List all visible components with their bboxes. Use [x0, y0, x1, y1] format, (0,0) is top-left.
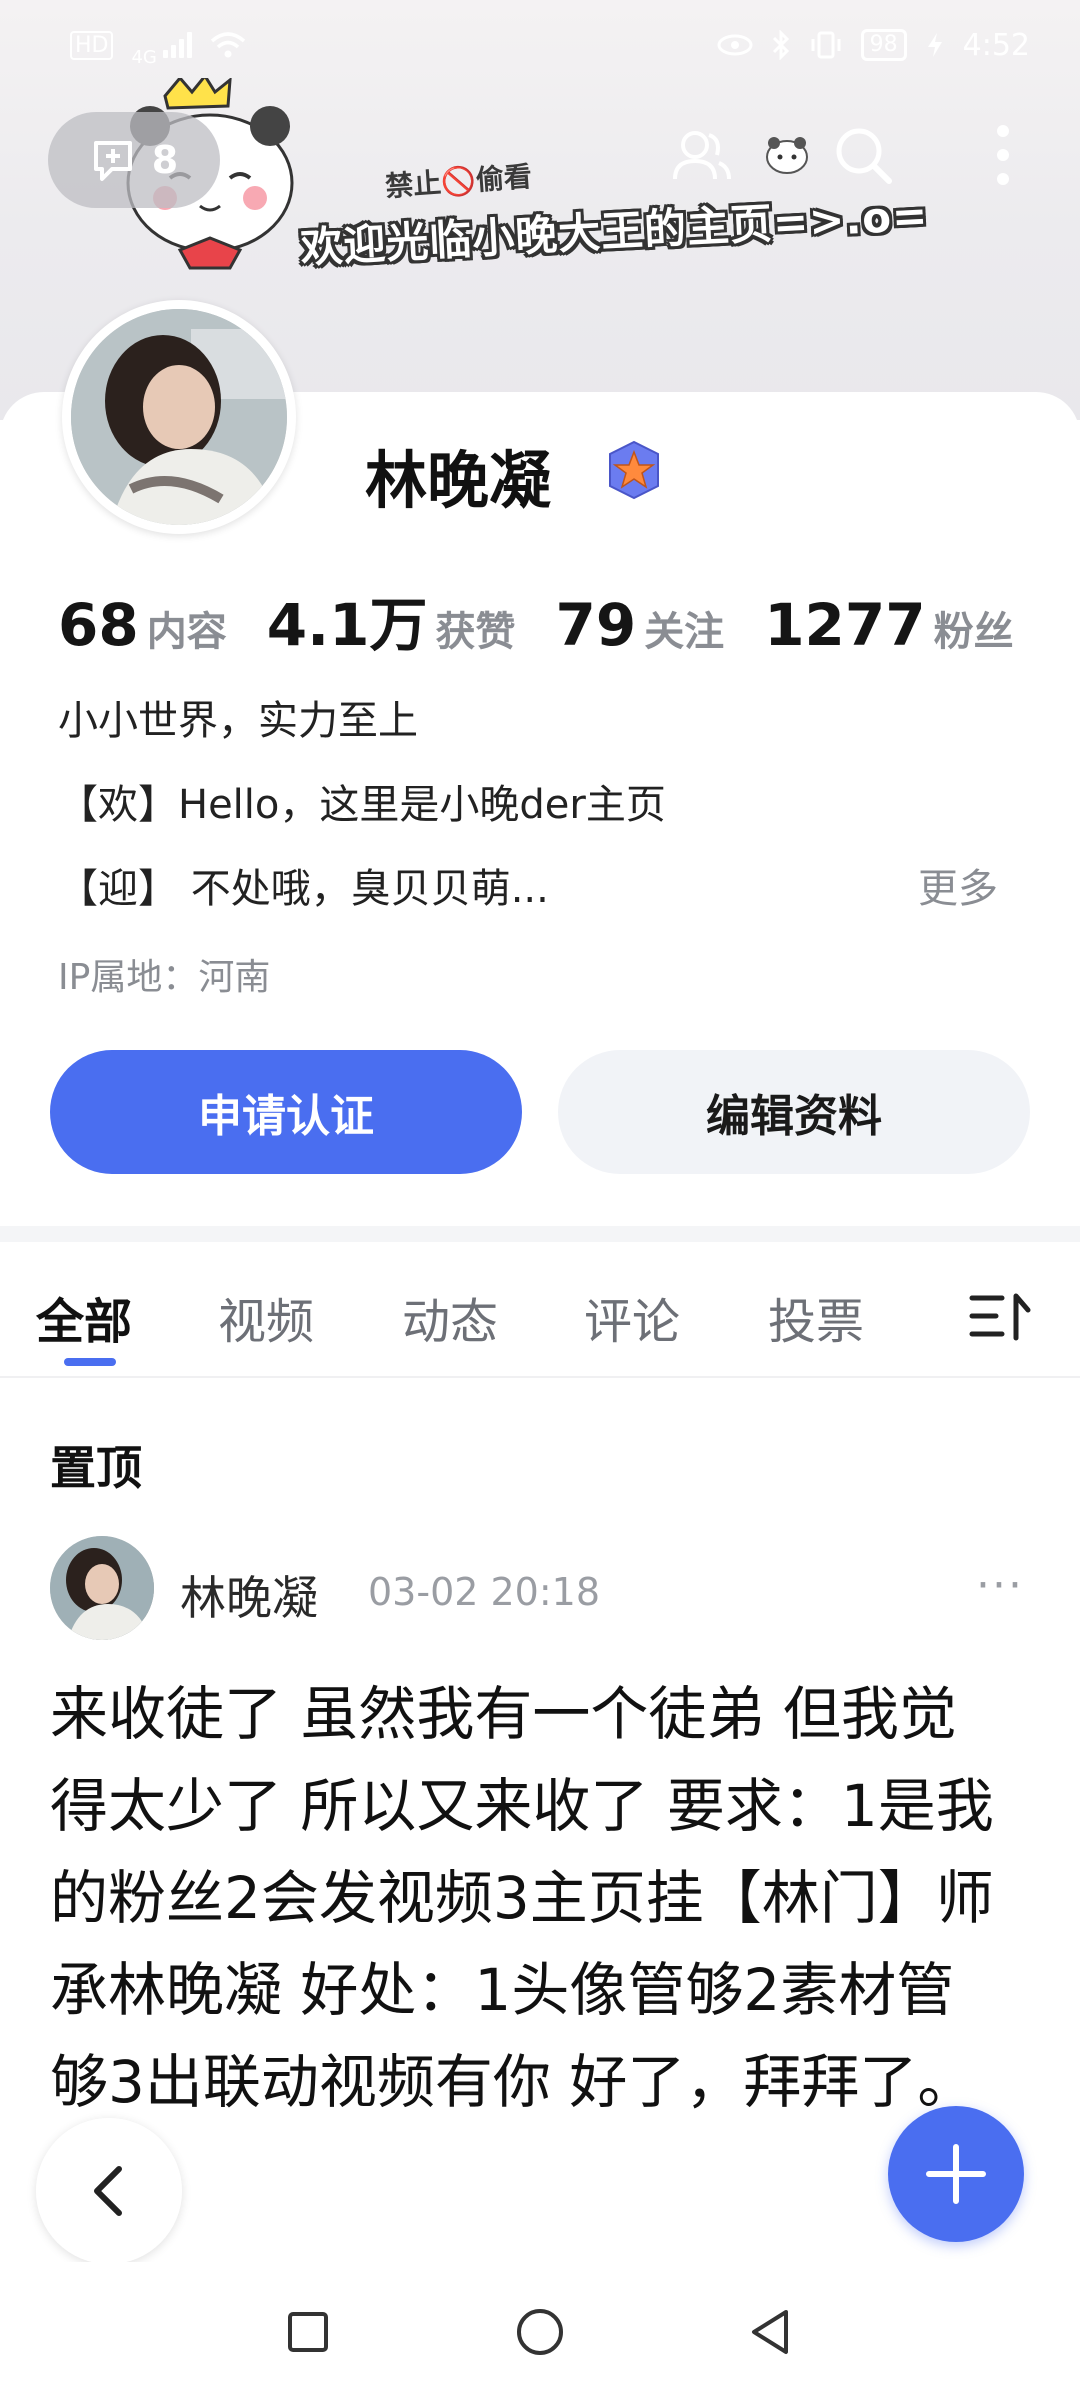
tab-active-indicator [64, 1358, 116, 1366]
tab-all[interactable]: 全部 [36, 1282, 132, 1352]
sticker-button[interactable] [752, 120, 822, 190]
back-icon [94, 2166, 122, 2216]
status-bar: HD 4G 98 4:52 [0, 0, 1080, 90]
avatar-image [71, 309, 287, 525]
more-button[interactable] [980, 120, 1026, 190]
nav-home-icon [517, 2309, 563, 2355]
search-button[interactable] [828, 120, 898, 190]
profile-name: 林晚凝 [365, 444, 552, 517]
friends-icon [673, 131, 731, 180]
stat-value: 79 [555, 591, 637, 659]
tab-dynamic[interactable]: 动态 [402, 1282, 498, 1352]
post-content[interactable]: 来收徒了 虽然我有一个徒弟 但我觉得太少了 所以又来收了 要求：1是我的粉丝2会… [50, 1668, 1000, 2128]
bio-more-link[interactable]: 更多 [918, 856, 998, 914]
more-vertical-icon [997, 125, 1009, 185]
nav-back-button[interactable] [740, 2302, 800, 2362]
post-author-name[interactable]: 林晚凝 [180, 1562, 318, 1628]
charging-icon [927, 33, 942, 57]
create-post-fab[interactable] [888, 2106, 1024, 2242]
bio-line-1: 小小世界，实力至上 [58, 698, 418, 744]
bio-line-3: 【迎】 不处哦，臭贝贝萌... [58, 866, 549, 912]
friends-button[interactable] [666, 120, 736, 190]
pinned-section-title: 置顶 [50, 1441, 142, 1495]
search-icon [836, 128, 892, 184]
stat-content[interactable]: 68 内容 [58, 591, 227, 659]
eye-icon [717, 34, 753, 56]
hd-label: HD [70, 30, 114, 60]
bluetooth-icon [772, 30, 789, 60]
system-nav-bar [0, 2262, 1080, 2400]
add-post-button[interactable]: 8 [48, 112, 220, 208]
stat-likes[interactable]: 4.1万 获赞 [267, 578, 516, 662]
badge-icon[interactable] [604, 440, 664, 500]
nav-recent-button[interactable] [278, 2302, 338, 2362]
sticker-icon [766, 137, 808, 174]
apply-certification-button[interactable]: 申请认证 [50, 1050, 522, 1174]
stats-row: 68 内容 4.1万 获赞 79 关注 1277 粉丝 [58, 578, 1014, 662]
wifi-icon [210, 32, 246, 58]
stat-value: 1277 [764, 591, 926, 659]
post-more-button[interactable]: ··· [976, 1560, 1024, 1611]
edit-profile-button[interactable]: 编辑资料 [558, 1050, 1030, 1174]
vibrate-icon [811, 31, 841, 59]
signal-icon [162, 32, 192, 58]
nav-back-icon [752, 2310, 788, 2354]
stat-label: 获赞 [435, 609, 516, 655]
stat-value: 68 [58, 591, 139, 659]
nav-recent-icon [288, 2312, 328, 2352]
plus-icon [926, 2144, 986, 2204]
ip-location: IP属地：河南 [58, 957, 271, 998]
tab-video[interactable]: 视频 [218, 1282, 314, 1352]
network-label: 4G [131, 46, 157, 68]
stat-label: 粉丝 [933, 609, 1014, 655]
bio-line-2: 【欢】Hello，这里是小晚der主页 [58, 782, 666, 828]
add-post-count: 8 [151, 138, 179, 182]
stat-label: 关注 [644, 609, 725, 655]
profile-avatar[interactable] [62, 300, 296, 534]
add-post-icon [93, 141, 132, 181]
banner-small-text: 禁止🚫偷看 [384, 159, 533, 204]
post-timestamp: 03-02 20:18 [368, 1570, 601, 1614]
tab-vote[interactable]: 投票 [768, 1282, 864, 1352]
section-divider [0, 1226, 1080, 1242]
battery-indicator: 98 [860, 29, 907, 61]
content-tabs: 全部 视频 动态 评论 投票 [0, 1242, 1080, 1378]
stat-label: 内容 [146, 609, 227, 655]
sort-icon[interactable] [968, 1288, 1034, 1344]
nav-home-button[interactable] [510, 2302, 570, 2362]
tab-comments[interactable]: 评论 [584, 1282, 680, 1352]
floating-back-button[interactable] [36, 2118, 182, 2264]
stat-value: 4.1万 [266, 591, 428, 659]
post-author-avatar[interactable] [50, 1536, 154, 1640]
stat-followers[interactable]: 1277 粉丝 [764, 591, 1013, 659]
stat-following[interactable]: 79 关注 [555, 591, 724, 659]
clock: 4:52 [962, 27, 1030, 63]
